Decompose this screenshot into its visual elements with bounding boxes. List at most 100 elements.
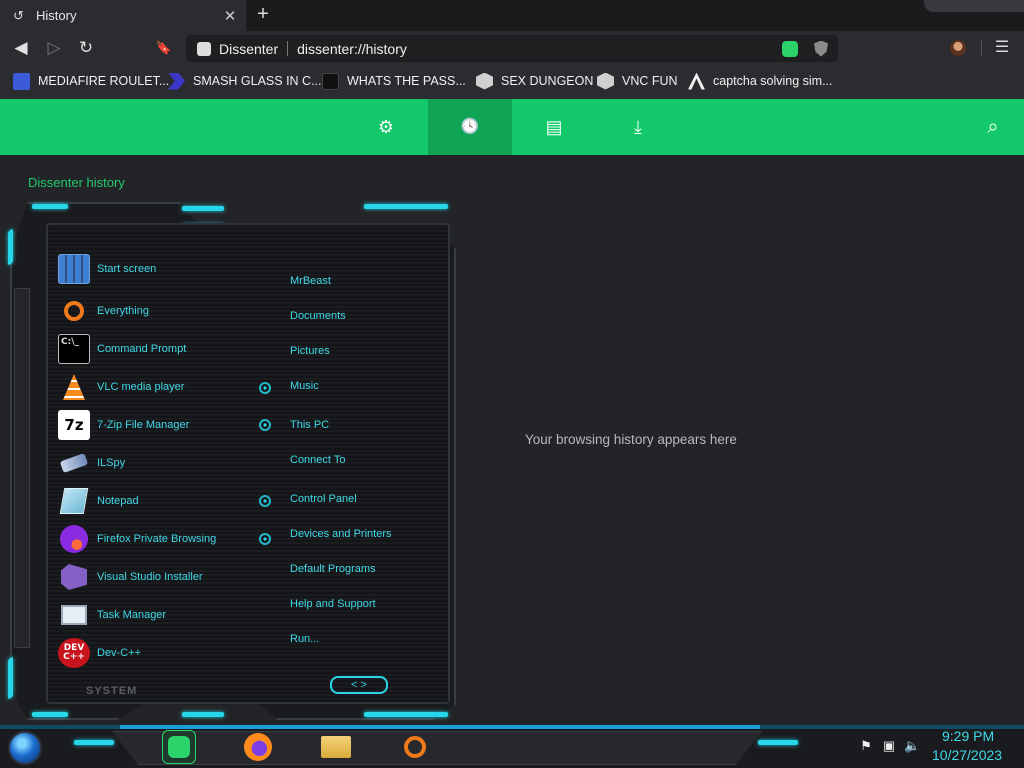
- vlc-icon: [58, 372, 90, 402]
- app-everything[interactable]: Everything: [58, 295, 149, 327]
- mediafire-icon: [13, 72, 30, 90]
- new-tab-button[interactable]: +: [252, 4, 274, 26]
- glow-accent: [32, 204, 68, 209]
- cmd-icon: C:\_: [58, 334, 90, 364]
- link-mrbeast[interactable]: MrBeast: [290, 275, 331, 287]
- dungeon-icon: [476, 72, 493, 90]
- link-control-panel[interactable]: Control Panel: [290, 493, 357, 505]
- tab-close-button[interactable]: ✕: [220, 7, 240, 25]
- bookmarks-bar: MEDIAFIRE ROULET... SMASH GLASS IN C... …: [0, 65, 1024, 99]
- glow-accent: [8, 656, 13, 700]
- settings-icon[interactable]: ⚙: [375, 116, 397, 138]
- bookmark-item[interactable]: WHATS THE PASS...: [322, 71, 466, 91]
- app-devcpp[interactable]: DEV C++ Dev-C++: [58, 637, 141, 669]
- bookmark-item[interactable]: SMASH GLASS IN C...: [168, 71, 322, 91]
- expand-icon[interactable]: [259, 495, 271, 507]
- bookmark-item[interactable]: captcha solving sim...: [688, 71, 833, 91]
- expand-icon[interactable]: [259, 533, 271, 545]
- bookmark-item[interactable]: VNC FUN: [597, 71, 678, 91]
- start-orb-button[interactable]: [8, 731, 42, 765]
- link-documents[interactable]: Documents: [290, 310, 346, 322]
- shield-icon[interactable]: [814, 40, 828, 57]
- app-firefox-private[interactable]: Firefox Private Browsing: [58, 523, 216, 555]
- glow-accent: [32, 712, 68, 717]
- start-menu-rail: [14, 288, 30, 648]
- taskbar-edge-glow: [120, 725, 760, 729]
- dissenter-header: ⚙ 🕓 ▤ ⤓ ⌕: [0, 99, 1024, 155]
- url-text[interactable]: dissenter://history: [297, 41, 782, 57]
- profile-avatar[interactable]: [950, 40, 966, 56]
- app-command-prompt[interactable]: C:\_ Command Prompt: [58, 333, 186, 365]
- download-icon[interactable]: ⤓: [627, 116, 649, 138]
- site-info-icon[interactable]: [197, 41, 211, 56]
- triangle-icon: [688, 72, 705, 90]
- menu-button[interactable]: ☰: [992, 38, 1012, 58]
- glow-accent: [74, 740, 114, 745]
- tab-title: History: [36, 8, 77, 23]
- app-ilspy[interactable]: ILSpy: [58, 447, 125, 479]
- link-help-support[interactable]: Help and Support: [290, 598, 376, 610]
- app-7zip[interactable]: 7z 7-Zip File Manager: [58, 409, 189, 441]
- tab-strip: ↺ History ✕ +: [0, 0, 1024, 31]
- bookmark-button[interactable]: 🔖: [153, 38, 175, 58]
- history-icon[interactable]: 🕓: [459, 116, 481, 138]
- glow-accent: [182, 206, 224, 211]
- page-title: Dissenter history: [28, 175, 125, 190]
- expand-icon[interactable]: [259, 382, 271, 394]
- forward-button[interactable]: ▷: [43, 38, 65, 58]
- dissenter-icon[interactable]: [782, 40, 798, 57]
- system-label: SYSTEM: [86, 685, 138, 697]
- link-run[interactable]: Run...: [290, 633, 319, 645]
- saved-icon[interactable]: ▤: [543, 116, 565, 138]
- bookmark-item[interactable]: SEX DUNGEON: [476, 71, 593, 91]
- link-music[interactable]: Music: [290, 380, 319, 392]
- everything-taskbar-icon[interactable]: [398, 730, 432, 764]
- link-connect-to[interactable]: Connect To: [290, 454, 345, 466]
- expand-icon[interactable]: [259, 419, 271, 431]
- glow-accent: [182, 712, 224, 717]
- magnifier-icon: [58, 296, 90, 326]
- window-controls[interactable]: [924, 0, 1024, 12]
- ilspy-icon: [58, 448, 90, 478]
- network-icon[interactable]: ▣: [881, 738, 897, 754]
- clock-time[interactable]: 9:29 PM: [942, 728, 994, 744]
- address-bar[interactable]: Dissenter dissenter://history: [186, 35, 838, 62]
- glow-accent: [8, 228, 13, 266]
- empty-state-text: Your browsing history appears here: [525, 432, 737, 447]
- back-button[interactable]: ◀: [10, 38, 32, 58]
- bookmark-item[interactable]: MEDIAFIRE ROULET...: [13, 71, 169, 91]
- glow-accent: [364, 712, 448, 717]
- taskbar-dock: [112, 731, 762, 765]
- app-start-screen[interactable]: Start screen: [58, 253, 156, 285]
- start-screen-icon: [58, 254, 90, 284]
- link-devices-printers[interactable]: Devices and Printers: [290, 528, 392, 540]
- volume-icon[interactable]: 🔈: [904, 738, 920, 754]
- devcpp-icon: DEV C++: [58, 638, 90, 668]
- tab-history[interactable]: ↺ History ✕: [0, 0, 246, 31]
- search-icon[interactable]: ⌕: [982, 116, 1004, 138]
- start-menu: Start screen Everything C:\_ Command Pro…: [6, 198, 458, 728]
- app-vlc[interactable]: VLC media player: [58, 371, 184, 403]
- divider: [981, 40, 982, 56]
- divider: [287, 41, 289, 56]
- firefox-taskbar-icon[interactable]: [241, 730, 275, 764]
- hat-icon: [322, 72, 339, 90]
- vs-installer-icon: [58, 562, 90, 592]
- link-this-pc[interactable]: This PC: [290, 419, 329, 431]
- link-pictures[interactable]: Pictures: [290, 345, 330, 357]
- flag-icon[interactable]: ⚑: [858, 738, 874, 754]
- 7zip-icon: 7z: [58, 410, 90, 440]
- dissenter-taskbar-icon[interactable]: [162, 730, 196, 764]
- glow-accent: [364, 204, 448, 209]
- file-explorer-taskbar-icon[interactable]: [319, 730, 353, 764]
- vnc-icon: [597, 72, 614, 90]
- glow-accent: [758, 740, 798, 745]
- page-arrows[interactable]: < >: [330, 676, 388, 694]
- link-default-programs[interactable]: Default Programs: [290, 563, 376, 575]
- app-notepad[interactable]: Notepad: [58, 485, 139, 517]
- clock-date[interactable]: 10/27/2023: [932, 747, 1002, 763]
- reload-button[interactable]: ↻: [75, 38, 97, 58]
- notepad-icon: [58, 486, 90, 516]
- app-task-manager[interactable]: Task Manager: [58, 599, 166, 631]
- app-vs-installer[interactable]: Visual Studio Installer: [58, 561, 203, 593]
